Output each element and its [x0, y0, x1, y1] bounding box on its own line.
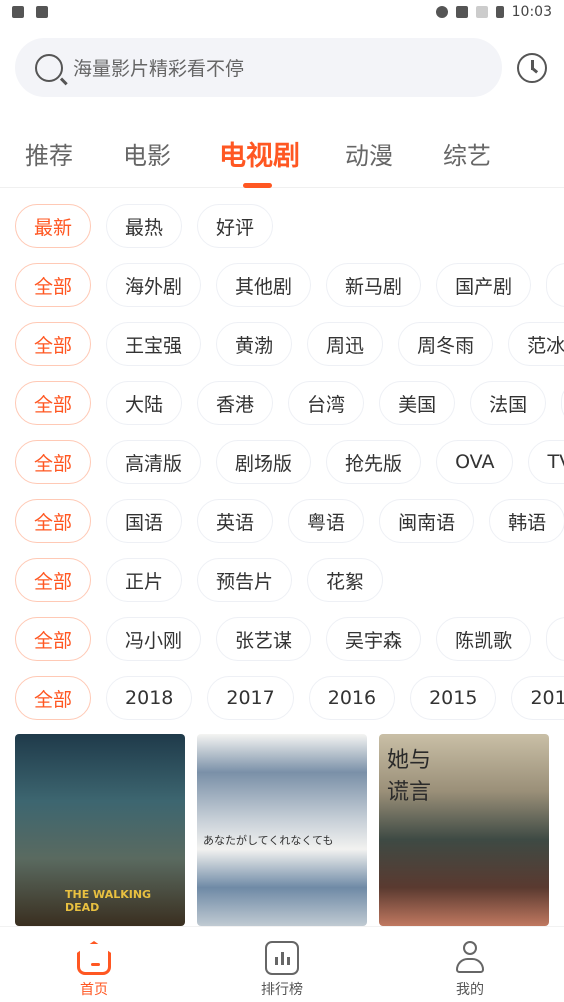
- filter-chip[interactable]: 吴宇森: [326, 617, 422, 661]
- tab-movies[interactable]: 电影: [123, 136, 171, 171]
- filter-chip[interactable]: 香港: [197, 381, 274, 425]
- shield-icon: [12, 6, 24, 18]
- filter-chip[interactable]: 全部: [15, 322, 92, 366]
- no-sim-icon: [475, 6, 488, 18]
- filter-row: 全部王宝强黄渤周迅周冬雨范冰冰: [15, 322, 564, 366]
- filter-chip[interactable]: 国产剧: [436, 263, 532, 307]
- active-tab-indicator: [243, 183, 272, 188]
- nav-label: 排行榜: [261, 982, 303, 998]
- dnd-icon: [435, 6, 448, 18]
- filter-chip[interactable]: 2017: [207, 676, 294, 720]
- clock: 10:03: [511, 4, 552, 20]
- filter-chip[interactable]: 张艺谋: [216, 617, 312, 661]
- tab-variety[interactable]: 综艺: [443, 136, 491, 171]
- filter-row: 全部 大陆 香港 台湾 美国 法国: [15, 381, 564, 425]
- status-bar: 10:03: [0, 0, 564, 24]
- filter-chip[interactable]: 抢先版: [326, 440, 422, 484]
- nav-ranking[interactable]: 排行榜: [242, 941, 322, 999]
- filter-chip[interactable]: 高清版: [106, 440, 202, 484]
- filter-chip[interactable]: 国语: [106, 499, 183, 543]
- filter-chip[interactable]: 美国: [379, 381, 456, 425]
- filter-chip[interactable]: 粤语: [288, 499, 365, 543]
- filter-chip[interactable]: [546, 263, 564, 307]
- filter-chip[interactable]: 冯小刚: [106, 617, 202, 661]
- chart-icon: [265, 941, 299, 975]
- filter-chip[interactable]: 周迅: [307, 322, 384, 366]
- filter-chip[interactable]: 最新: [15, 204, 92, 248]
- search-placeholder: 海量影片精彩看不停: [73, 58, 245, 80]
- filter-chip[interactable]: 黄渤: [216, 322, 293, 366]
- nav-home[interactable]: 首页: [54, 941, 134, 999]
- filter-chip[interactable]: 全部: [15, 617, 92, 661]
- filter-chip[interactable]: 海外剧: [106, 263, 202, 307]
- tab-tv[interactable]: 电视剧: [219, 134, 300, 173]
- filter-chip[interactable]: 英语: [197, 499, 274, 543]
- filter-chip[interactable]: 2015: [410, 676, 497, 720]
- poster-card[interactable]: 她与谎言: [379, 734, 549, 926]
- home-icon: [77, 941, 111, 975]
- wifi-icon: [455, 6, 468, 18]
- filter-row: 全部 2018 2017 2016 2015 2014: [15, 676, 564, 720]
- filter-row: 全部 国语 英语 粤语 闽南语 韩语: [15, 499, 564, 543]
- filter-chip[interactable]: 台湾: [288, 381, 365, 425]
- filter-row: 全部 冯小刚 张艺谋 吴宇森 陈凯歌: [15, 617, 564, 661]
- filter-chip[interactable]: 韩语: [489, 499, 564, 543]
- bottom-nav: 首页 排行榜 我的: [0, 926, 564, 1002]
- poster-title: 她与谎言: [387, 748, 432, 805]
- filter-chip[interactable]: 陈凯歌: [436, 617, 532, 661]
- filter-chip[interactable]: 全部: [15, 499, 92, 543]
- filter-row: 全部高清版剧场版抢先版 OVA TV: [15, 440, 564, 484]
- nav-label: 我的: [456, 982, 484, 998]
- keyboard-icon: [36, 6, 48, 18]
- filter-chip[interactable]: 好评: [197, 204, 274, 248]
- filter-row: 最新 最热 好评: [15, 204, 564, 248]
- filter-chip[interactable]: 周冬雨: [398, 322, 494, 366]
- filter-chip[interactable]: TV: [528, 440, 564, 484]
- filter-chip[interactable]: 正片: [106, 558, 183, 602]
- filter-chip[interactable]: 2014: [511, 676, 564, 720]
- poster-title: あなたがしてくれなくても: [203, 834, 334, 847]
- poster-card[interactable]: あなたがしてくれなくても: [197, 734, 367, 926]
- filter-chip[interactable]: 2018: [106, 676, 193, 720]
- filter-chip[interactable]: 最热: [106, 204, 183, 248]
- filter-chip[interactable]: 其他剧: [216, 263, 312, 307]
- poster-title: THE WALKING DEAD: [65, 888, 152, 914]
- tab-anime[interactable]: 动漫: [345, 136, 393, 171]
- nav-profile[interactable]: 我的: [430, 941, 510, 999]
- filter-chip[interactable]: 2016: [308, 676, 396, 720]
- category-tabs: 推荐 电影 电视剧 动漫 综艺: [0, 128, 564, 188]
- filter-chip[interactable]: 法国: [470, 381, 547, 425]
- history-icon[interactable]: [517, 53, 547, 83]
- search-input[interactable]: 海量影片精彩看不停: [15, 38, 502, 97]
- filter-chip[interactable]: 花絮: [307, 558, 384, 602]
- filter-chip[interactable]: 全部: [15, 676, 92, 720]
- filter-row: 全部 海外剧 其他剧 新马剧 国产剧: [15, 263, 564, 307]
- filter-rows: 最新最热好评全部海外剧其他剧新马剧国产剧全部王宝强黄渤周迅周冬雨范冰冰全部大陆香…: [15, 204, 564, 735]
- filter-chip[interactable]: 剧场版: [216, 440, 312, 484]
- filter-row: 全部 正片 预告片 花絮: [15, 558, 564, 602]
- filter-chip[interactable]: [546, 617, 564, 661]
- filter-chip[interactable]: 大陆: [106, 381, 183, 425]
- nav-label: 首页: [80, 982, 108, 998]
- filter-chip[interactable]: OVA: [436, 440, 514, 484]
- filter-chip[interactable]: 预告片: [197, 558, 293, 602]
- filter-chip[interactable]: 闽南语: [379, 499, 475, 543]
- filter-chip[interactable]: 全部: [15, 440, 92, 484]
- filter-chip[interactable]: 范冰冰: [508, 322, 564, 366]
- filter-chip[interactable]: 全部: [15, 263, 92, 307]
- filter-chip[interactable]: 全部: [15, 381, 92, 425]
- tab-recommend[interactable]: 推荐: [25, 136, 73, 171]
- battery-icon: [495, 6, 504, 18]
- poster-grid: THE WALKING DEAD あなたがしてくれなくても 她与谎言: [15, 734, 549, 926]
- poster-card[interactable]: THE WALKING DEAD: [15, 734, 185, 926]
- search-icon: [35, 53, 63, 82]
- filter-chip[interactable]: 全部: [15, 558, 92, 602]
- user-icon: [453, 941, 487, 975]
- filter-chip[interactable]: 王宝强: [106, 322, 202, 366]
- filter-chip[interactable]: 新马剧: [326, 263, 422, 307]
